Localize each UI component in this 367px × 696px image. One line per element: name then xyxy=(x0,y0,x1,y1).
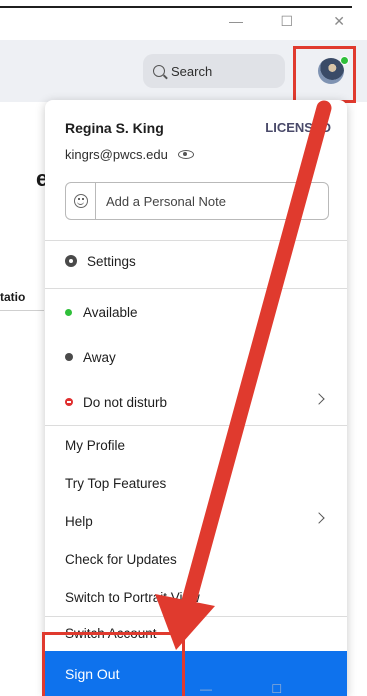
menu-item-settings[interactable]: Settings xyxy=(45,242,347,280)
menu-item-away[interactable]: Away xyxy=(45,338,347,376)
menu-item-label: Check for Updates xyxy=(65,551,177,567)
user-name: Regina S. King xyxy=(65,120,164,136)
menu-item-label: Settings xyxy=(87,253,136,269)
gear-icon xyxy=(65,255,77,267)
menu-item-label: Away xyxy=(83,349,116,365)
menu-item-label: Try Top Features xyxy=(65,475,167,491)
do-not-disturb-icon xyxy=(65,398,73,406)
user-email-text: kingrs@pwcs.edu xyxy=(65,147,168,162)
background-column-header: tatio xyxy=(0,290,26,304)
emoji-button[interactable] xyxy=(66,183,96,219)
search-label: Search xyxy=(171,63,213,79)
menu-item-switch-to-portrait[interactable]: Switch to Portrait View xyxy=(45,578,347,616)
menu-item-available[interactable]: Available xyxy=(45,293,347,331)
menu-divider xyxy=(45,240,347,241)
menu-item-label: Help xyxy=(65,513,93,529)
away-status-icon xyxy=(65,353,73,361)
personal-note-input[interactable] xyxy=(96,193,316,209)
menu-item-label: Switch to Portrait View xyxy=(65,589,200,605)
user-email: kingrs@pwcs.edu xyxy=(65,147,194,162)
chevron-right-icon xyxy=(313,393,325,405)
menu-item-label: Available xyxy=(83,304,138,320)
profile-menu: Regina S. King LICENSED kingrs@pwcs.edu … xyxy=(45,100,347,696)
background-divider xyxy=(0,310,44,311)
menu-item-do-not-disturb[interactable]: Do not disturb xyxy=(45,383,347,421)
maximize-icon[interactable]: ☐ xyxy=(280,12,293,30)
license-badge: LICENSED xyxy=(265,120,331,135)
annotation-box-sign-out xyxy=(42,632,185,696)
search-button[interactable]: Search xyxy=(143,54,285,88)
top-border xyxy=(0,6,352,8)
personal-note-field[interactable] xyxy=(65,182,329,220)
search-icon xyxy=(153,65,165,77)
menu-item-label: My Profile xyxy=(65,437,126,453)
menu-item-check-for-updates[interactable]: Check for Updates xyxy=(45,540,347,578)
close-icon[interactable]: ✕ xyxy=(333,12,345,30)
minimize-icon[interactable]: — xyxy=(229,12,243,30)
menu-item-help[interactable]: Help xyxy=(45,502,347,540)
menu-item-my-profile[interactable]: My Profile xyxy=(45,426,347,464)
annotation-box-avatar xyxy=(293,46,356,103)
menu-divider xyxy=(45,288,347,289)
chevron-right-icon xyxy=(313,512,325,524)
menu-item-label: Do not disturb xyxy=(83,394,168,410)
available-status-icon xyxy=(65,308,72,316)
background-window-controls: — ☐ ✕ xyxy=(200,682,311,696)
eye-icon[interactable] xyxy=(177,150,194,159)
smiley-icon xyxy=(73,194,88,208)
window-controls: — ☐ ✕ xyxy=(207,12,367,32)
menu-item-try-top-features[interactable]: Try Top Features xyxy=(45,464,347,502)
